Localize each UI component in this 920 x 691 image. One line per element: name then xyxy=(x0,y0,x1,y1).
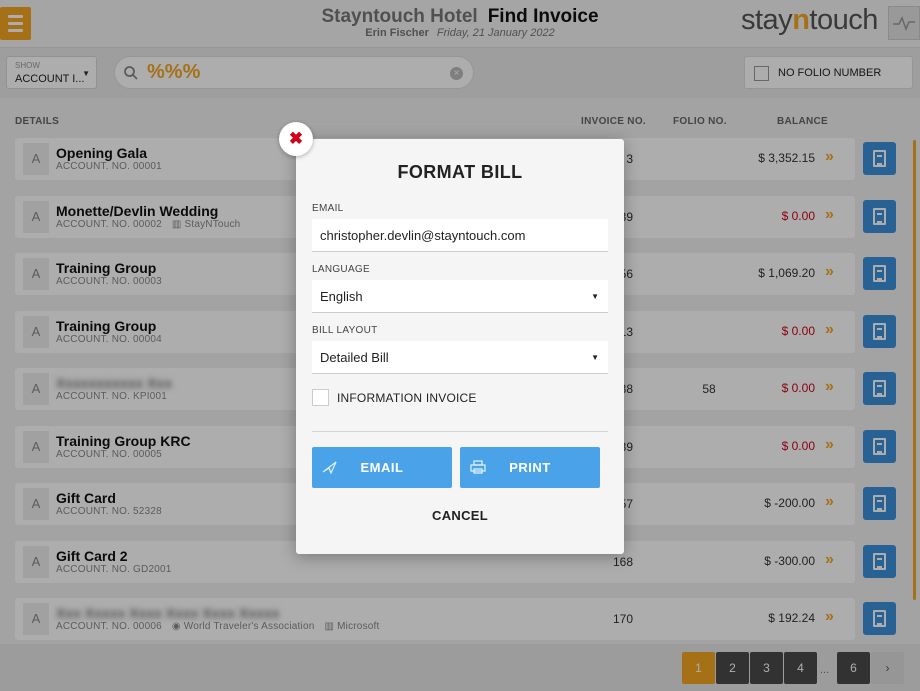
format-bill-dialog: FORMAT BILL EMAIL christopher.devlin@sta… xyxy=(296,139,624,554)
language-select[interactable]: English ▼ xyxy=(312,280,608,313)
close-icon[interactable]: ✖ xyxy=(279,122,313,156)
email-field[interactable]: christopher.devlin@stayntouch.com xyxy=(312,219,608,252)
information-invoice-checkbox[interactable] xyxy=(312,389,329,406)
bill-layout-select[interactable]: Detailed Bill ▼ xyxy=(312,341,608,374)
cancel-button[interactable]: CANCEL xyxy=(296,508,624,523)
print-button[interactable]: PRINT xyxy=(460,447,600,488)
divider xyxy=(312,431,608,432)
language-label: LANGUAGE xyxy=(312,264,370,275)
dialog-title: FORMAT BILL xyxy=(397,162,523,182)
email-label: EMAIL xyxy=(312,203,344,214)
language-value: English xyxy=(320,289,363,304)
chevron-down-icon: ▼ xyxy=(591,353,599,362)
bill-layout-label: BILL LAYOUT xyxy=(312,325,378,336)
email-button[interactable]: EMAIL xyxy=(312,447,452,488)
email-button-label: EMAIL xyxy=(360,460,404,475)
information-invoice-label: INFORMATION INVOICE xyxy=(337,391,477,405)
chevron-down-icon: ▼ xyxy=(591,292,599,301)
bill-layout-value: Detailed Bill xyxy=(320,350,389,365)
print-button-label: PRINT xyxy=(509,460,551,475)
